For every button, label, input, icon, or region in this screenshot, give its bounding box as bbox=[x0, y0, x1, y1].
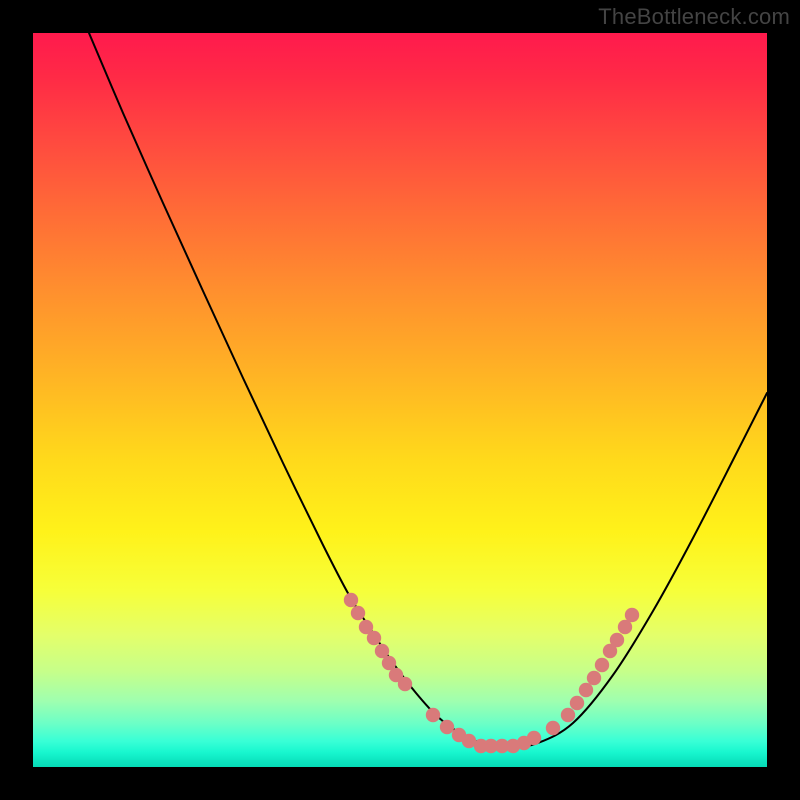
marker-dot bbox=[587, 671, 601, 685]
marker-dot bbox=[618, 620, 632, 634]
marker-dot bbox=[440, 720, 454, 734]
marker-dot bbox=[426, 708, 440, 722]
marker-dot bbox=[344, 593, 358, 607]
bottleneck-curve bbox=[89, 33, 767, 747]
marker-dot bbox=[561, 708, 575, 722]
marker-dot bbox=[398, 677, 412, 691]
marker-dot bbox=[570, 696, 584, 710]
marker-dot bbox=[351, 606, 365, 620]
curve-svg bbox=[33, 33, 767, 767]
marker-dot bbox=[375, 644, 389, 658]
plot-area bbox=[33, 33, 767, 767]
marker-dot bbox=[610, 633, 624, 647]
marker-dot bbox=[527, 731, 541, 745]
watermark-text: TheBottleneck.com bbox=[598, 4, 790, 30]
marker-dot bbox=[546, 721, 560, 735]
marker-dot bbox=[367, 631, 381, 645]
marker-dot bbox=[579, 683, 593, 697]
data-markers bbox=[344, 593, 639, 753]
chart-frame: TheBottleneck.com bbox=[0, 0, 800, 800]
marker-dot bbox=[595, 658, 609, 672]
marker-dot bbox=[625, 608, 639, 622]
marker-dot bbox=[382, 656, 396, 670]
